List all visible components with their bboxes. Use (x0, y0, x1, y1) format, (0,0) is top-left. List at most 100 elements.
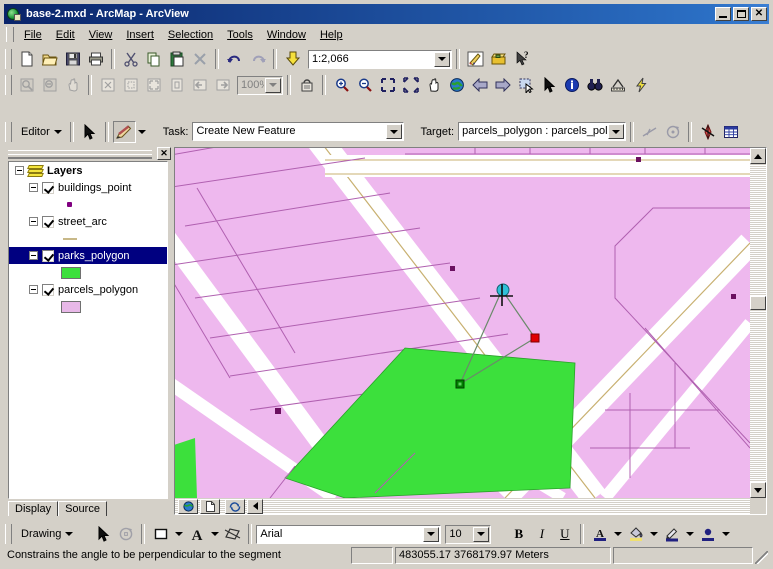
toggle-draft-mode-icon[interactable] (295, 74, 318, 96)
delete-x-icon[interactable] (188, 48, 211, 70)
drawing-toolbar-grip[interactable] (5, 524, 12, 544)
marker-color-icon[interactable] (696, 523, 719, 545)
open-folder-icon[interactable] (38, 48, 61, 70)
fill-color-dropdown-icon[interactable] (647, 523, 660, 545)
menu-file[interactable]: File (17, 27, 49, 43)
full-extent-globe-icon[interactable] (445, 74, 468, 96)
menu-window[interactable]: Window (260, 27, 313, 43)
layer-symbol-parks-polygon[interactable] (9, 264, 167, 281)
map-vertical-scrollbar[interactable] (750, 148, 766, 498)
layer-street-arc[interactable]: street_arc (9, 213, 167, 230)
layer-visibility-checkbox[interactable] (42, 181, 54, 194)
tools-toolbar-grip[interactable] (5, 75, 12, 95)
layer-symbol-buildings-point[interactable] (9, 196, 167, 213)
undo-arrow-icon[interactable] (223, 48, 246, 70)
toc-tab-source[interactable]: Source (58, 501, 107, 516)
map-scale-dropdown-icon[interactable] (434, 51, 450, 67)
copy-icon[interactable] (142, 48, 165, 70)
toc-close-button[interactable]: ✕ (157, 147, 171, 160)
sketch-tool-dropdown-icon[interactable] (136, 121, 149, 143)
expand-collapse-icon[interactable] (29, 285, 38, 294)
map-bottom-bar[interactable] (175, 498, 750, 514)
menu-edit[interactable]: Edit (49, 27, 82, 43)
layer-visibility-checkbox[interactable] (42, 249, 54, 262)
sketch-properties-icon[interactable] (696, 121, 719, 143)
layer-visibility-checkbox[interactable] (42, 283, 54, 296)
expand-collapse-icon[interactable] (15, 166, 24, 175)
task-dropdown-icon[interactable] (386, 124, 403, 139)
menu-view[interactable]: View (82, 27, 120, 43)
layer-symbol-parcels-polygon[interactable] (9, 298, 167, 315)
expand-collapse-icon[interactable] (29, 217, 38, 226)
menu-grip[interactable] (6, 27, 14, 42)
target-dropdown-icon[interactable] (608, 124, 625, 139)
layer-parks-polygon[interactable]: parks_polygon (9, 247, 167, 264)
toc-tab-display[interactable]: Display (8, 501, 59, 516)
clip-to-shape-icon[interactable] (221, 523, 244, 545)
underline-button[interactable]: U (553, 523, 576, 545)
new-text-icon[interactable]: A (185, 523, 208, 545)
find-binoculars-icon[interactable] (583, 74, 606, 96)
line-color-icon[interactable] (660, 523, 683, 545)
menu-selection[interactable]: Selection (161, 27, 220, 43)
menu-help[interactable]: Help (313, 27, 350, 43)
layer-symbol-street-arc[interactable] (9, 230, 167, 247)
map-scale-combo[interactable]: 1:2,066 (308, 49, 452, 69)
close-button[interactable]: ✕ (751, 7, 767, 21)
layer-visibility-checkbox[interactable] (42, 215, 54, 228)
font-size-dropdown-icon[interactable] (473, 526, 490, 542)
layout-view-page-icon[interactable] (200, 498, 220, 514)
editor-menu-button[interactable]: Editor (15, 125, 66, 139)
font-family-dropdown-icon[interactable] (423, 526, 440, 542)
layer-buildings-point[interactable]: buildings_point (9, 179, 167, 196)
scroll-up-button[interactable] (750, 148, 766, 164)
line-color-dropdown-icon[interactable] (683, 523, 696, 545)
standard-toolbar-grip[interactable] (5, 49, 12, 69)
menu-insert[interactable]: Insert (119, 27, 161, 43)
select-features-icon[interactable] (514, 74, 537, 96)
drawing-menu-button[interactable]: Drawing (15, 527, 77, 541)
cut-scissors-icon[interactable] (119, 48, 142, 70)
new-rectangle-icon[interactable] (149, 523, 172, 545)
map-canvas[interactable] (175, 148, 750, 498)
new-shape-dropdown-icon[interactable] (172, 523, 185, 545)
font-color-dropdown-icon[interactable] (611, 523, 624, 545)
save-icon[interactable] (61, 48, 84, 70)
toc-root-layers[interactable]: Layers (9, 162, 167, 179)
font-color-icon[interactable]: A (588, 523, 611, 545)
new-text-dropdown-icon[interactable] (208, 523, 221, 545)
back-extent-icon[interactable] (468, 74, 491, 96)
whats-this-help-icon[interactable]: ? (510, 48, 533, 70)
add-data-icon[interactable] (281, 48, 304, 70)
edit-arrow-icon[interactable] (78, 121, 101, 143)
fixed-zoom-in-icon[interactable] (376, 74, 399, 96)
map-vertical-scroll-thumb[interactable] (750, 296, 766, 310)
zoom-in-icon[interactable] (330, 74, 353, 96)
italic-button[interactable]: I (530, 523, 553, 545)
sketch-pencil-icon[interactable] (112, 120, 136, 143)
editor-toolbar-grip[interactable] (5, 121, 12, 142)
toc-tree[interactable]: Layers buildings_point street_arc parks_… (8, 161, 168, 499)
new-document-icon[interactable] (15, 48, 38, 70)
expand-collapse-icon[interactable] (29, 251, 38, 260)
font-family-combo[interactable]: Arial (256, 524, 442, 544)
pan-hand-icon[interactable] (422, 74, 445, 96)
measure-icon[interactable] (606, 74, 629, 96)
identify-info-icon[interactable] (560, 74, 583, 96)
paste-clipboard-icon[interactable] (165, 48, 188, 70)
editor-toolbar-toggle-icon[interactable] (464, 48, 487, 70)
minimize-button[interactable] (715, 7, 731, 21)
forward-extent-icon[interactable] (491, 74, 514, 96)
print-icon[interactable] (84, 48, 107, 70)
font-size-combo[interactable]: 10 (445, 524, 492, 544)
toc-drag-grip[interactable] (8, 150, 152, 159)
redo-arrow-icon[interactable] (246, 48, 269, 70)
maximize-button[interactable] (733, 7, 749, 21)
resize-grip[interactable] (755, 551, 768, 564)
fill-color-icon[interactable] (624, 523, 647, 545)
marker-color-dropdown-icon[interactable] (719, 523, 732, 545)
scroll-down-button[interactable] (750, 482, 766, 498)
menu-tools[interactable]: Tools (220, 27, 260, 43)
bold-button[interactable]: B (507, 523, 530, 545)
expand-collapse-icon[interactable] (29, 183, 38, 192)
